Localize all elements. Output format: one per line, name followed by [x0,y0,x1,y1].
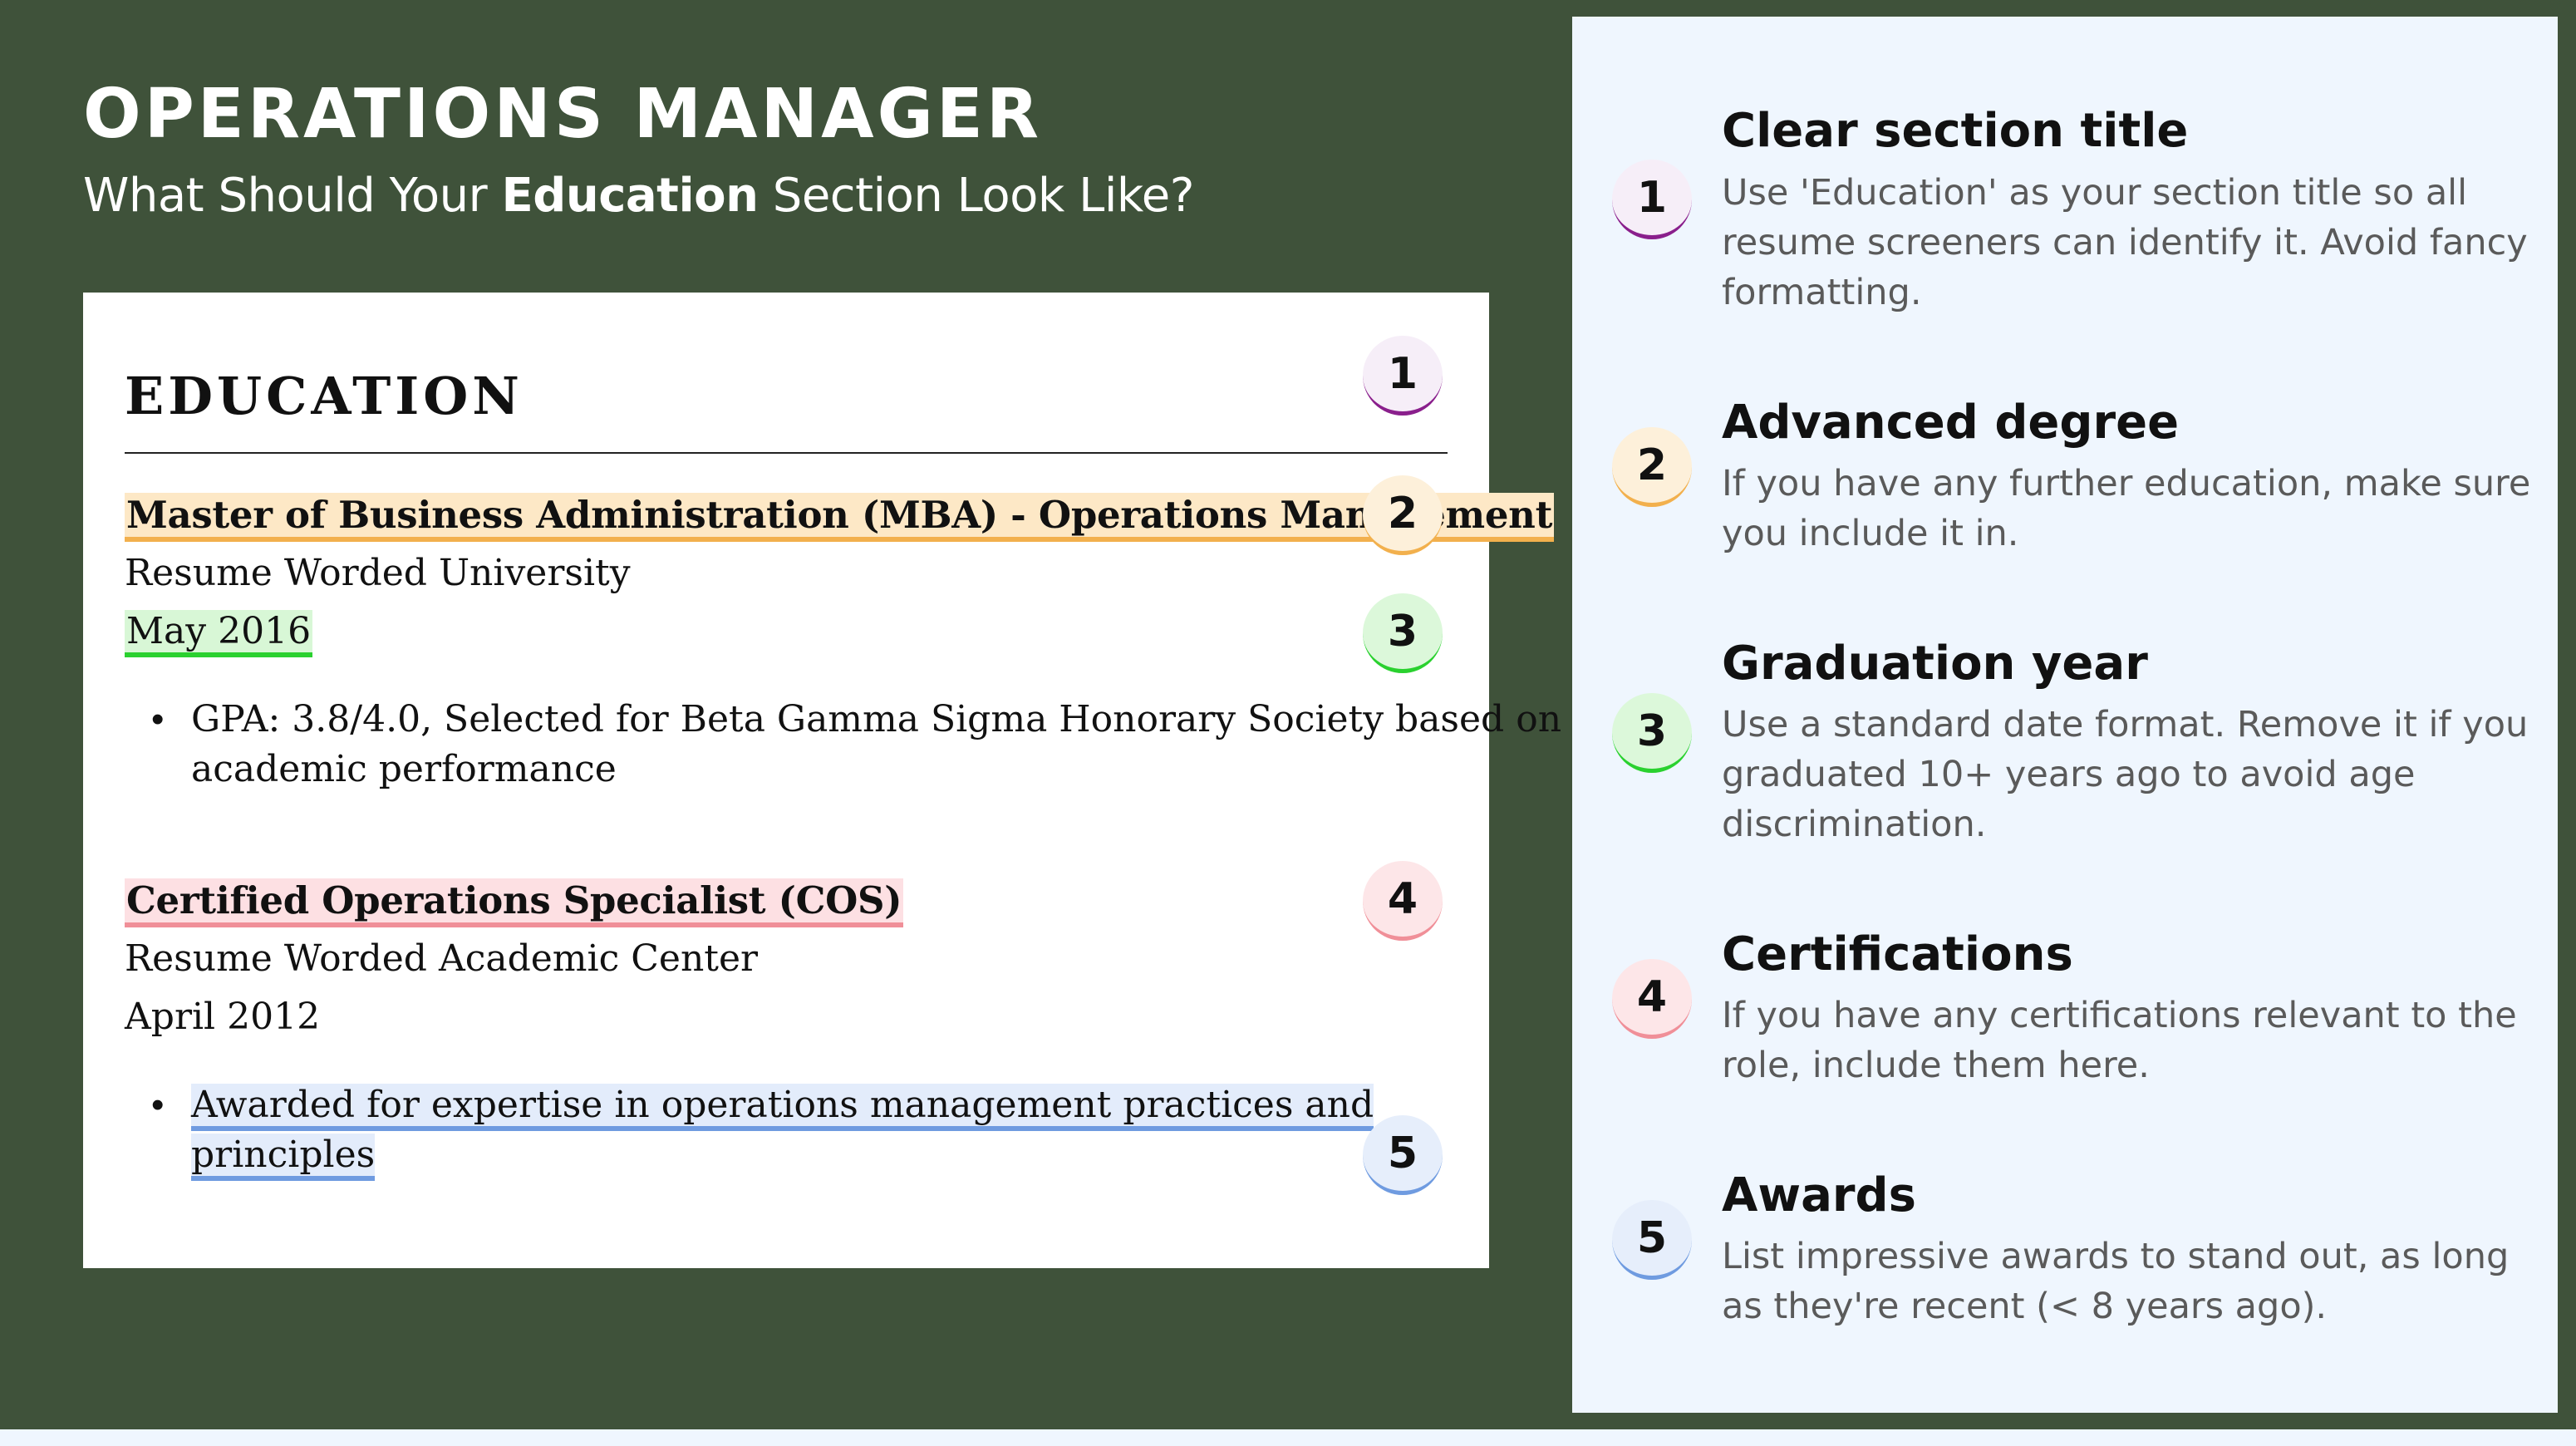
education-section-title: EDUCATION [125,366,524,426]
certification-institution: Resume Worded Academic Center [125,937,759,980]
tip-text-1: Use 'Education' as your section title so… [1722,172,2528,313]
tips-panel: 1 Clear section title Use 'Education' as… [1572,17,2558,1413]
badge-3: 3 [1363,593,1443,673]
tip-badge-3: 3 [1612,693,1692,773]
degree-bullet-line2: academic performance [191,748,617,790]
tip-title-2: Advanced degree [1722,396,2180,450]
degree-title: Master of Business Administration (MBA) … [125,490,1555,542]
bullet-dot: • [151,1084,165,1125]
tip-text-2: If you have any further education, make … [1722,463,2531,554]
award-bullet-line2: principles [191,1130,376,1181]
bullet-dot: • [151,699,165,740]
section-divider [125,452,1448,454]
tip-badge-1: 1 [1612,160,1692,239]
badge-1: 1 [1363,336,1443,416]
tip-title-4: Certifications [1722,927,2073,981]
tip-text-4: If you have any certifications relevant … [1722,995,2517,1086]
degree-date: May 2016 [125,607,313,657]
tip-title-3: Graduation year [1722,637,2148,691]
certification-highlight: Certified Operations Specialist (COS) [125,878,904,927]
tip-title-5: Awards [1722,1168,1916,1222]
award-highlight-2: principles [191,1134,376,1181]
degree-institution: Resume Worded University [125,552,631,594]
footer-strip [0,1429,2576,1446]
tip-badge-4: 4 [1612,959,1692,1039]
degree-highlight: Master of Business Administration (MBA) … [125,493,1555,542]
certification-date: April 2012 [125,996,321,1038]
tip-badge-2: 2 [1612,427,1692,507]
date-highlight: May 2016 [125,610,313,657]
tip-title-1: Clear section title [1722,104,2189,158]
subtitle-start: What Should Your [83,169,502,223]
subtitle-bold: Education [501,169,759,223]
resume-example-card: EDUCATION 1 Master of Business Administr… [83,293,1561,1268]
certification-title: Certified Operations Specialist (COS) [125,876,904,927]
subtitle-end: Section Look Like? [758,169,1195,223]
degree-bullet-line1: GPA: 3.8/4.0, Selected for Beta Gamma Si… [191,698,1562,740]
tip-text-5: List impressive awards to stand out, as … [1722,1236,2510,1327]
tip-badge-5: 5 [1612,1200,1692,1280]
left-panel: OPERATIONS MANAGER What Should Your Educ… [0,0,1562,1446]
award-highlight-1: Awarded for expertise in operations mana… [191,1084,1374,1131]
badge-4: 4 [1363,861,1443,941]
page-title: OPERATIONS MANAGER [83,75,1043,154]
award-bullet-line1: Awarded for expertise in operations mana… [191,1080,1374,1131]
badge-5: 5 [1363,1115,1443,1195]
page-subtitle: What Should Your Education Section Look … [83,165,1194,228]
badge-2: 2 [1363,475,1443,555]
tip-text-3: Use a standard date format. Remove it if… [1722,704,2529,845]
